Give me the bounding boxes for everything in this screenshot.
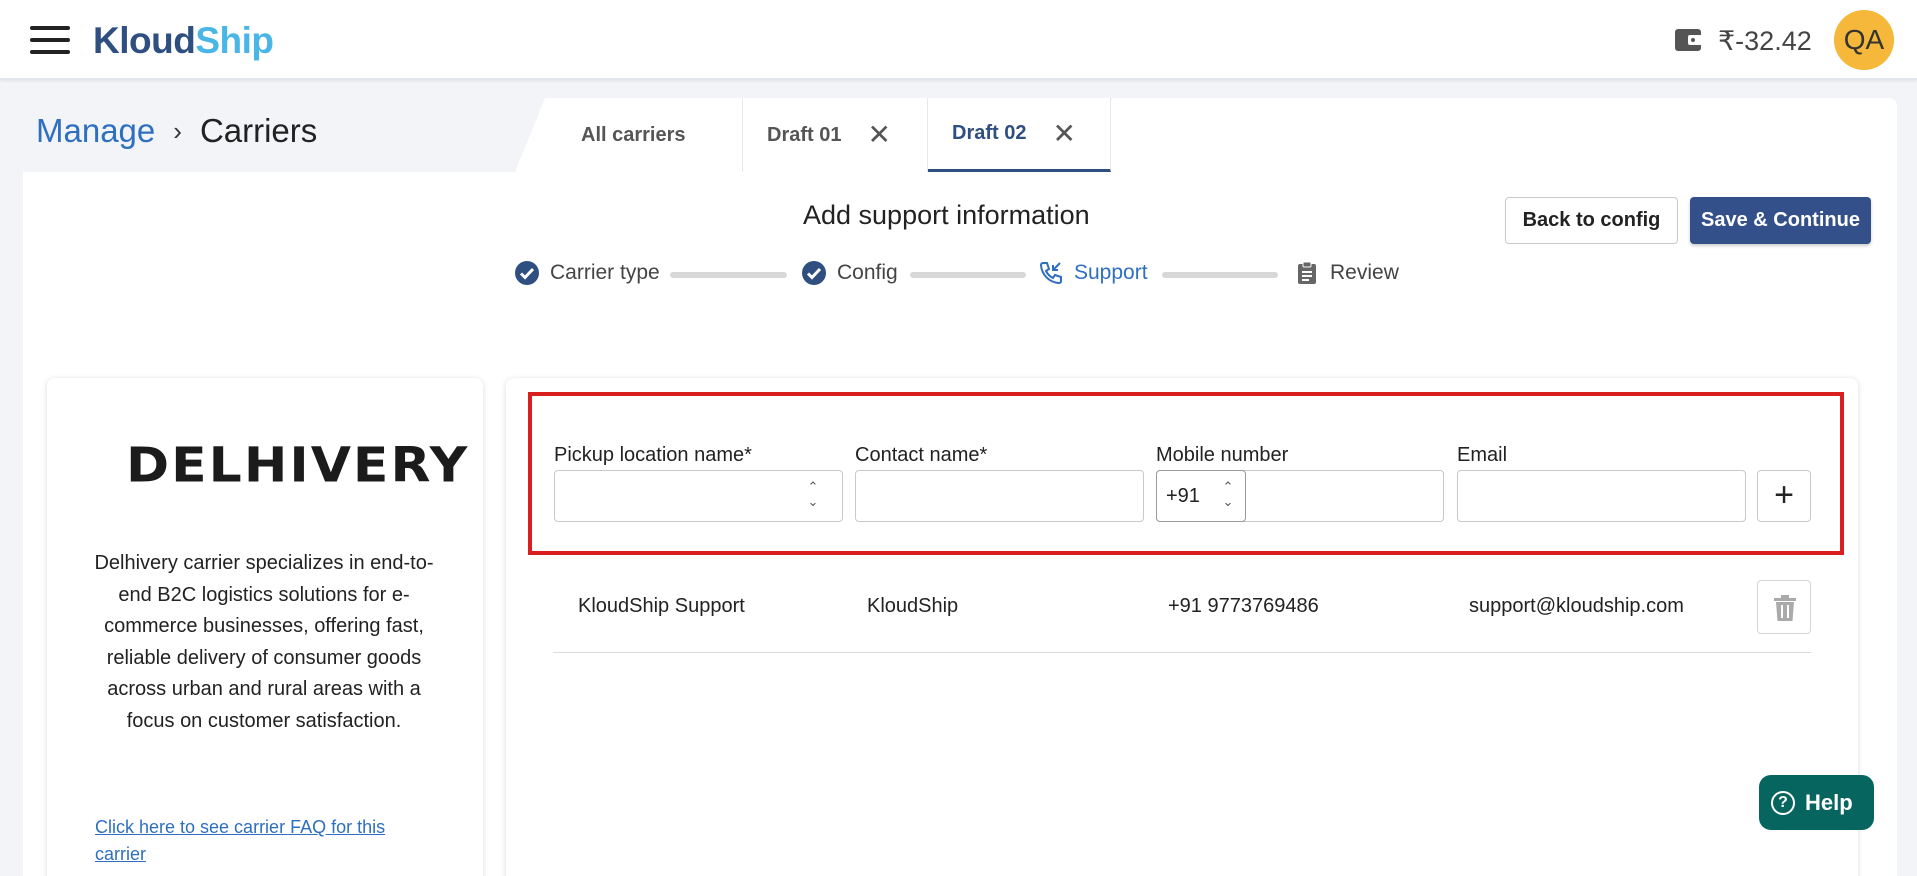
- back-to-config-button[interactable]: Back to config: [1505, 197, 1678, 244]
- breadcrumb-manage-link[interactable]: Manage: [36, 112, 155, 150]
- email-label: Email: [1457, 444, 1508, 466]
- menu-icon[interactable]: [30, 26, 70, 56]
- contact-name-label: Contact name*: [855, 444, 988, 466]
- tab-label: Draft 02: [952, 122, 1027, 144]
- pickup-location-select[interactable]: ⌃ ⌄: [554, 470, 843, 522]
- top-bar: KloudShip ₹-32.42 QA: [0, 0, 1917, 80]
- phone-callback-icon: [1039, 262, 1062, 285]
- carrier-logo: DELHIVERY: [126, 438, 469, 493]
- step-connector: [670, 272, 787, 278]
- step-label: Config: [837, 261, 898, 284]
- breadcrumb-separator: ›: [173, 115, 182, 146]
- wallet-balance: ₹-32.42: [1718, 26, 1812, 56]
- row-mobile-number: +91 9773769486: [1168, 595, 1319, 617]
- trash-icon: [1774, 595, 1796, 621]
- help-label: Help: [1805, 789, 1853, 815]
- panel-header-bg: [1108, 98, 1897, 178]
- tab-label: All carriers: [581, 123, 686, 146]
- check-circle-icon: [515, 261, 539, 285]
- step-label: Carrier type: [550, 261, 660, 284]
- step-carrier-type: Carrier type: [514, 260, 660, 286]
- step-label: Review: [1330, 261, 1399, 284]
- contact-name-input[interactable]: [855, 470, 1144, 522]
- step-review: Review: [1294, 260, 1399, 286]
- step-connector: [910, 272, 1026, 278]
- tab-label: Draft 01: [767, 123, 842, 146]
- step-config: Config: [801, 260, 898, 286]
- tab-draft-01[interactable]: Draft 01 ✕: [743, 98, 928, 172]
- clipboard-icon: [1298, 261, 1316, 284]
- add-contact-button[interactable]: +: [1757, 470, 1811, 522]
- step-label: Support: [1074, 261, 1148, 284]
- tab-all-carriers[interactable]: All carriers: [515, 98, 743, 172]
- tab-draft-02[interactable]: Draft 02 ✕: [928, 98, 1111, 172]
- carrier-logo-text: DELHIVERY: [126, 438, 470, 494]
- page-title: Add support information: [803, 200, 1090, 230]
- breadcrumb: Manage › Carriers: [36, 112, 317, 150]
- row-contact-name: KloudShip: [867, 595, 959, 617]
- chevron-updown-icon: ⌃ ⌄: [1222, 479, 1234, 509]
- row-divider: [553, 652, 1811, 653]
- user-avatar[interactable]: QA: [1834, 10, 1894, 70]
- chevron-updown-icon: ⌃ ⌄: [807, 479, 819, 509]
- save-continue-button[interactable]: Save & Continue: [1690, 197, 1871, 244]
- country-code-value: +91: [1166, 485, 1200, 507]
- row-pickup-location: KloudShip Support: [578, 595, 745, 617]
- mobile-number-label: Mobile number: [1156, 444, 1289, 466]
- email-input[interactable]: [1457, 470, 1746, 522]
- pickup-location-label: Pickup location name*: [554, 444, 752, 466]
- carrier-faq-link[interactable]: Click here to see carrier FAQ for this c…: [95, 814, 415, 868]
- app-logo[interactable]: KloudShip: [93, 20, 274, 62]
- step-support: Support: [1038, 260, 1148, 286]
- help-icon: ?: [1771, 790, 1795, 815]
- tab-bar: All carriers Draft 01 ✕ Draft 02 ✕: [515, 98, 1111, 172]
- breadcrumb-current: Carriers: [199, 112, 318, 149]
- wallet-icon[interactable]: [1674, 26, 1704, 54]
- delete-contact-button[interactable]: [1757, 580, 1811, 634]
- close-icon[interactable]: ✕: [1052, 119, 1075, 148]
- help-button[interactable]: ? Help: [1759, 775, 1874, 830]
- check-circle-icon: [802, 261, 826, 285]
- step-connector: [1162, 272, 1278, 278]
- close-icon[interactable]: ✕: [867, 121, 890, 149]
- row-email: support@kloudship.com: [1469, 595, 1684, 617]
- carrier-description: Delhivery carrier specializes in end-to-…: [94, 552, 434, 732]
